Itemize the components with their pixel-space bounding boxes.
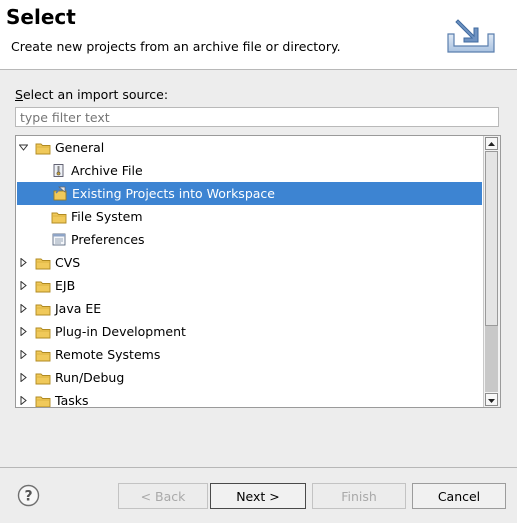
arrow-down-icon	[488, 399, 495, 403]
folder-icon	[35, 258, 51, 270]
expand-arrow-closed-icon[interactable]	[19, 350, 28, 359]
arrow-up-icon	[488, 142, 495, 146]
folder-icon	[35, 396, 51, 407]
folder-icon	[35, 373, 51, 385]
scroll-up-button[interactable]	[485, 137, 498, 150]
folder-icon	[35, 281, 51, 293]
tree-item[interactable]: Plug-in Development	[16, 320, 483, 343]
tree-item-label: Existing Projects into Workspace	[72, 186, 275, 201]
tree-item[interactable]: EJB	[16, 274, 483, 297]
help-icon[interactable]: ?	[17, 484, 40, 507]
button-bar-separator	[0, 467, 517, 468]
vertical-scrollbar[interactable]	[483, 136, 500, 407]
folder-icon	[35, 143, 51, 155]
scrollbar-track[interactable]	[485, 326, 498, 392]
tree-item-label: File System	[71, 209, 143, 224]
expand-arrow-closed-icon[interactable]	[19, 304, 28, 313]
import-source-tree[interactable]: General Archive File Existing Projects int…	[15, 135, 501, 408]
tree-item[interactable]: Preferences	[16, 228, 483, 251]
filter-input[interactable]	[15, 107, 499, 127]
tree-item-label: CVS	[55, 255, 81, 270]
tree-item-label: Preferences	[71, 232, 145, 247]
import-banner-icon	[447, 19, 495, 53]
tree-item-label: Remote Systems	[55, 347, 161, 362]
finish-button[interactable]: Finish	[312, 483, 406, 509]
archive-icon	[53, 164, 64, 177]
expand-arrow-closed-icon[interactable]	[19, 373, 28, 382]
project-import-icon	[53, 186, 67, 201]
tree-item[interactable]: File System	[16, 205, 483, 228]
tree-item-label: General	[55, 140, 105, 155]
scroll-down-button[interactable]	[485, 393, 498, 406]
tree-item[interactable]: General	[16, 136, 483, 159]
tree-item-label: Tasks	[55, 393, 89, 407]
tree-item[interactable]: Remote Systems	[16, 343, 483, 366]
next-button[interactable]: Next >	[210, 483, 306, 509]
tree-item-label: Java EE	[55, 301, 102, 316]
tree-item[interactable]: Archive File	[16, 159, 483, 182]
folder-icon	[35, 304, 51, 316]
scrollbar-thumb[interactable]	[485, 151, 498, 326]
tree-item[interactable]: Run/Debug	[16, 366, 483, 389]
tree-item-label: Plug-in Development	[55, 324, 186, 339]
wizard-header: Select Create new projects from an archi…	[0, 0, 517, 70]
folder-icon	[35, 327, 51, 339]
tree-item-label: Run/Debug	[55, 370, 125, 385]
expand-arrow-closed-icon[interactable]	[19, 327, 28, 336]
folder-icon	[35, 350, 51, 362]
page-description: Create new projects from an archive file…	[11, 39, 341, 54]
page-title: Select	[6, 5, 76, 29]
tree-item[interactable]: CVS	[16, 251, 483, 274]
expand-arrow-closed-icon[interactable]	[19, 258, 28, 267]
back-button[interactable]: < Back	[118, 483, 208, 509]
folder-icon	[51, 212, 67, 224]
tree-item-label: EJB	[55, 278, 76, 293]
tree-item-label: Archive File	[71, 163, 143, 178]
cancel-button[interactable]: Cancel	[412, 483, 506, 509]
tree-rows: General Archive File Existing Projects int…	[16, 136, 483, 407]
tree-item[interactable]: Tasks	[16, 389, 483, 407]
import-source-label: Select an import source:	[15, 87, 169, 102]
tree-item[interactable]: Existing Projects into Workspace	[17, 182, 482, 205]
expand-arrow-open-icon[interactable]	[19, 143, 28, 152]
tree-item[interactable]: Java EE	[16, 297, 483, 320]
expand-arrow-closed-icon[interactable]	[19, 396, 28, 405]
svg-text:?: ?	[24, 489, 32, 505]
expand-arrow-closed-icon[interactable]	[19, 281, 28, 290]
preferences-icon	[52, 233, 66, 246]
